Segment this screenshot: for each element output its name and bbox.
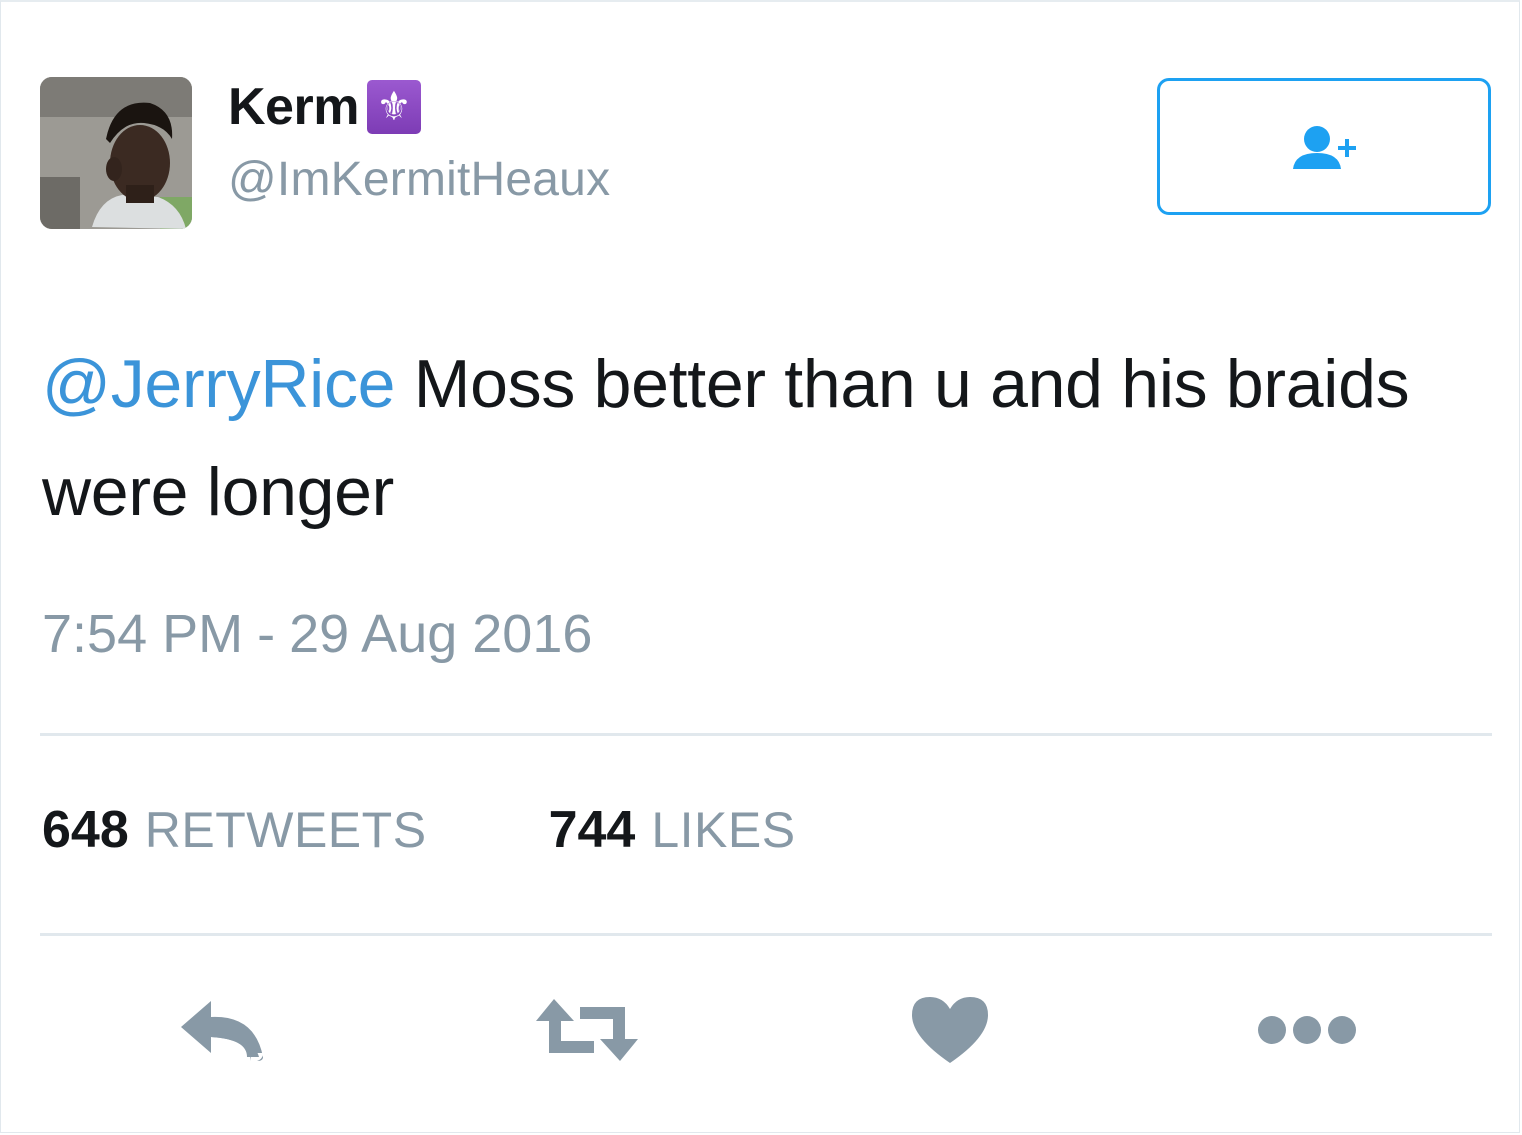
timestamp-separator: - (257, 604, 276, 664)
fleur-de-lis-icon: ⚜ (366, 80, 421, 134)
divider (40, 733, 1492, 736)
like-button[interactable] (905, 985, 995, 1075)
tweet-timestamp[interactable]: 7:54 PM - 29 Aug 2016 (42, 603, 592, 665)
more-button[interactable] (1252, 985, 1362, 1075)
avatar[interactable] (40, 77, 192, 229)
retweets-stat[interactable]: 648 RETWEETS (42, 800, 427, 860)
more-icon (1258, 1016, 1356, 1044)
retweets-label: RETWEETS (144, 802, 427, 858)
likes-stat[interactable]: 744 LIKES (549, 800, 796, 860)
author-name-row: Kerm ⚜ (228, 78, 421, 136)
user-handle[interactable]: @ImKermitHeaux (228, 152, 610, 207)
likes-count: 744 (548, 801, 636, 859)
divider (40, 933, 1492, 936)
tweet-stats: 648 RETWEETS 744 LIKES (42, 800, 796, 860)
follow-user-plus-icon (1293, 125, 1356, 169)
reply-icon (181, 1001, 263, 1061)
follow-button[interactable] (1157, 78, 1491, 215)
retweet-icon (536, 999, 638, 1061)
action-bar (0, 985, 1522, 1085)
avatar-photo (40, 77, 192, 229)
heart-icon (912, 997, 988, 1063)
tweet-text: @JerryRice Moss better than u and his br… (42, 330, 1462, 546)
tweet-time: 7:54 PM (42, 604, 244, 664)
retweet-button[interactable] (530, 985, 644, 1075)
likes-label: LIKES (651, 802, 796, 858)
reply-button[interactable] (172, 985, 272, 1075)
mention-link[interactable]: @JerryRice (42, 346, 395, 422)
tweet-date: 29 Aug 2016 (289, 604, 593, 664)
display-name[interactable]: Kerm (228, 77, 359, 137)
retweets-count: 648 (42, 801, 129, 859)
